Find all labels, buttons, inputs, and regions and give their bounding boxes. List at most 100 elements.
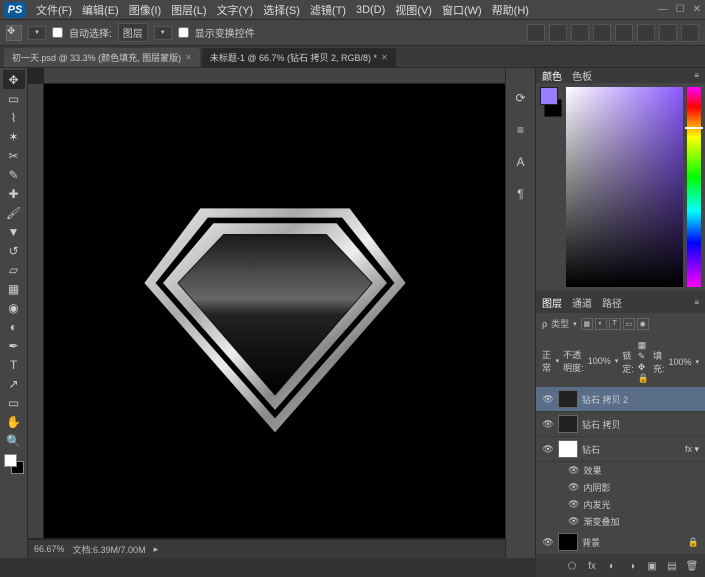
visibility-icon[interactable]: 👁: [542, 537, 554, 548]
opacity-value[interactable]: 100%: [588, 356, 611, 366]
tab-channels[interactable]: 通道: [572, 295, 592, 310]
menu-image[interactable]: 图像(I): [129, 2, 161, 18]
auto-select-checkbox[interactable]: [52, 27, 63, 38]
document-tab[interactable]: 未标题-1 @ 66.7% (钻石 拷贝 2, RGB/8) * ✕: [202, 48, 396, 67]
visibility-icon[interactable]: 👁: [542, 394, 554, 405]
ruler-vertical[interactable]: [28, 84, 44, 538]
blur-tool[interactable]: ◉: [3, 298, 25, 317]
fill-value[interactable]: 100%: [668, 357, 691, 367]
layer-filter-icons[interactable]: ▦◐T▭◉: [581, 318, 649, 330]
document-tab[interactable]: 初一天.psd @ 33.3% (颜色填充, 图层蒙版) ✕: [4, 48, 200, 67]
layer-row[interactable]: 👁 钻石 拷贝: [536, 412, 705, 437]
marquee-tool[interactable]: ▭: [3, 89, 25, 108]
tool-preset-dropdown[interactable]: ▼: [28, 26, 46, 40]
trash-icon[interactable]: 🗑: [685, 559, 699, 573]
align-icon-4[interactable]: [593, 24, 611, 42]
menu-filter[interactable]: 滤镜(T): [310, 2, 346, 18]
align-icon[interactable]: [527, 24, 545, 42]
panel-menu-icon[interactable]: ≡: [694, 298, 699, 307]
align-icon-2[interactable]: [549, 24, 567, 42]
visibility-icon[interactable]: 👁: [542, 444, 554, 455]
new-layer-icon[interactable]: ▤: [665, 559, 679, 573]
lasso-tool[interactable]: ⌇: [3, 108, 25, 127]
gradient-tool[interactable]: ▦: [3, 279, 25, 298]
path-select-tool[interactable]: ↗: [3, 374, 25, 393]
menu-type[interactable]: 文字(Y): [217, 2, 254, 18]
tab-paths[interactable]: 路径: [602, 295, 622, 310]
menu-file[interactable]: 文件(F): [36, 2, 72, 18]
paragraph-panel-icon[interactable]: ¶: [511, 184, 531, 204]
status-arrow-icon[interactable]: ▸: [154, 544, 159, 555]
group-icon[interactable]: ▣: [645, 559, 659, 573]
menu-window[interactable]: 窗口(W): [442, 2, 482, 18]
menu-edit[interactable]: 编辑(E): [82, 2, 119, 18]
menu-3d[interactable]: 3D(D): [356, 4, 385, 16]
tab-color[interactable]: 颜色: [542, 68, 562, 83]
menu-help[interactable]: 帮助(H): [492, 2, 529, 18]
layer-mask-icon[interactable]: ◐: [605, 559, 619, 573]
layer-thumb[interactable]: [558, 415, 578, 433]
eraser-tool[interactable]: ▱: [3, 260, 25, 279]
menu-select[interactable]: 选择(S): [263, 2, 300, 18]
maximize-icon[interactable]: ☐: [676, 4, 685, 15]
fx-gradient-overlay[interactable]: 👁渐变叠加: [536, 513, 705, 530]
zoom-tool[interactable]: 🔍: [3, 431, 25, 450]
layer-name[interactable]: 钻石 拷贝: [582, 418, 699, 431]
dodge-tool[interactable]: ◐: [3, 317, 25, 336]
layer-name[interactable]: 钻石 拷贝 2: [582, 393, 699, 406]
layer-thumb[interactable]: [558, 533, 578, 551]
auto-select-dropdown[interactable]: ▼: [154, 26, 172, 40]
fx-header[interactable]: 👁效果: [536, 462, 705, 479]
crop-tool[interactable]: ✂: [3, 146, 25, 165]
hue-slider[interactable]: [687, 87, 701, 287]
hand-tool[interactable]: ✋: [3, 412, 25, 431]
color-swatches[interactable]: [4, 454, 24, 474]
tool-preset-icon[interactable]: ✥: [6, 25, 22, 41]
menu-layer[interactable]: 图层(L): [171, 2, 206, 18]
pen-tool[interactable]: ✒: [3, 336, 25, 355]
move-tool[interactable]: ✥: [3, 70, 25, 89]
doc-size[interactable]: 文档:6.39M/7.00M: [73, 543, 146, 556]
layer-thumb[interactable]: [558, 390, 578, 408]
menu-view[interactable]: 视图(V): [395, 2, 432, 18]
char-panel-icon[interactable]: A: [511, 152, 531, 172]
history-brush-tool[interactable]: ↺: [3, 241, 25, 260]
layer-name[interactable]: 背景: [582, 536, 684, 549]
align-icon-5[interactable]: [615, 24, 633, 42]
type-tool[interactable]: T: [3, 355, 25, 374]
eyedropper-tool[interactable]: ✎: [3, 165, 25, 184]
adjustment-layer-icon[interactable]: ◑: [625, 559, 639, 573]
fx-inner-glow[interactable]: 👁内发光: [536, 496, 705, 513]
layer-row[interactable]: 👁 钻石 拷贝 2: [536, 387, 705, 412]
brush-tool[interactable]: 🖌: [3, 203, 25, 222]
link-layers-icon[interactable]: ⬠: [565, 559, 579, 573]
visibility-icon[interactable]: 👁: [542, 419, 554, 430]
tab-close-icon[interactable]: ✕: [185, 53, 192, 62]
shape-tool[interactable]: ▭: [3, 393, 25, 412]
layer-name[interactable]: 钻石: [582, 443, 681, 456]
align-icon-7[interactable]: [659, 24, 677, 42]
history-panel-icon[interactable]: ⟳: [511, 88, 531, 108]
auto-select-mode[interactable]: 图层: [118, 23, 148, 42]
align-icon-6[interactable]: [637, 24, 655, 42]
align-icon-3[interactable]: [571, 24, 589, 42]
color-foreground-swatch[interactable]: [540, 87, 558, 105]
stamp-tool[interactable]: ▼: [3, 222, 25, 241]
foreground-color[interactable]: [4, 454, 17, 467]
close-icon[interactable]: ✕: [693, 4, 701, 15]
canvas[interactable]: [44, 84, 505, 538]
color-picker-field[interactable]: [566, 87, 683, 287]
zoom-level[interactable]: 66.67%: [34, 544, 65, 554]
fx-badge[interactable]: fx ▾: [685, 444, 699, 455]
heal-tool[interactable]: ✚: [3, 184, 25, 203]
show-transform-checkbox[interactable]: [178, 27, 189, 38]
fx-inner-shadow[interactable]: 👁内阴影: [536, 479, 705, 496]
panel-menu-icon[interactable]: ≡: [694, 71, 699, 80]
tab-close-icon[interactable]: ✕: [381, 53, 388, 62]
3d-mode-icon[interactable]: [681, 24, 699, 42]
tab-swatches[interactable]: 色板: [572, 68, 592, 83]
minimize-icon[interactable]: —: [658, 4, 668, 15]
properties-panel-icon[interactable]: ≡: [511, 120, 531, 140]
tab-layers[interactable]: 图层: [542, 295, 562, 310]
layer-row[interactable]: 👁 背景 🔒: [536, 530, 705, 555]
